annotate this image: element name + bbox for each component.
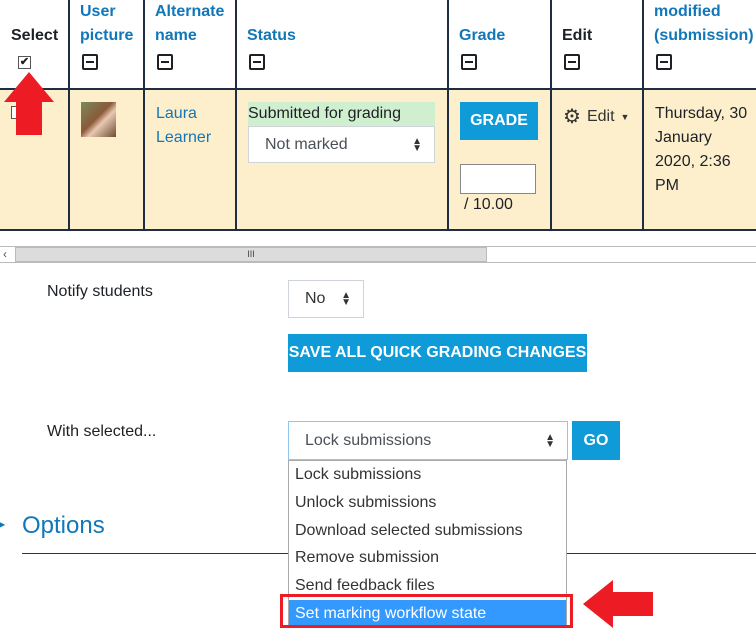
collapse-icon[interactable]: [564, 54, 580, 70]
avatar[interactable]: [81, 102, 116, 137]
header-label: Select: [11, 27, 59, 44]
header-alternate-name[interactable]: Alternate name: [143, 0, 235, 88]
edit-label[interactable]: Edit: [587, 108, 615, 126]
collapse-icon[interactable]: [249, 54, 265, 70]
header-label[interactable]: User picture: [80, 0, 140, 48]
collapse-icon[interactable]: [656, 54, 672, 70]
select-value: No: [305, 290, 326, 307]
column-divider: [642, 0, 644, 230]
collapse-icon[interactable]: [461, 54, 477, 70]
header-status[interactable]: Status: [235, 0, 447, 88]
edit-menu[interactable]: ⚙ Edit ▼: [563, 104, 629, 129]
annotation-arrow-left: [583, 580, 653, 628]
select-arrows-icon: ▲ ▼: [412, 135, 422, 154]
column-divider: [447, 0, 449, 230]
go-button[interactable]: GO: [572, 421, 620, 460]
header-label[interactable]: Alternate name: [155, 0, 230, 48]
expand-options-icon[interactable]: ▶: [0, 517, 5, 531]
select-arrows-icon: ▲ ▼: [545, 431, 555, 450]
option-download[interactable]: Download selected submissions: [289, 517, 566, 545]
grade-button[interactable]: GRADE: [460, 102, 538, 140]
date-line: Thursday, 30: [655, 105, 748, 122]
options-heading[interactable]: Options: [22, 512, 105, 540]
option-lock[interactable]: Lock submissions: [289, 461, 566, 489]
header-label[interactable]: Grade: [459, 24, 505, 48]
select-arrows-icon: ▲ ▼: [341, 290, 351, 308]
date-line: PM: [655, 177, 679, 194]
select-value: Lock submissions: [305, 431, 432, 449]
select-value: Not marked: [265, 135, 348, 153]
header-edit: Edit: [550, 0, 642, 88]
column-divider: [235, 0, 237, 230]
horizontal-scrollbar[interactable]: ‹ III: [0, 246, 756, 263]
status-badge: Submitted for grading: [248, 102, 435, 126]
student-name-link[interactable]: Laura Learner: [156, 102, 211, 150]
option-unlock[interactable]: Unlock submissions: [289, 489, 566, 517]
column-divider: [68, 0, 70, 230]
caret-down-icon: ▼: [620, 111, 630, 122]
annotation-arrow-up: [4, 72, 54, 135]
first-name[interactable]: Laura: [156, 102, 211, 126]
annotation-highlight-box: [280, 594, 573, 628]
header-label[interactable]: Status: [247, 24, 296, 48]
grade-max: / 10.00: [464, 196, 513, 213]
scrollbar-thumb[interactable]: III: [15, 247, 487, 262]
column-divider: [143, 0, 145, 230]
select-all-checkbox[interactable]: ✔: [18, 56, 31, 69]
scroll-left-icon[interactable]: ‹: [3, 247, 7, 261]
column-divider: [550, 0, 552, 230]
with-selected-label: With selected...: [47, 423, 157, 440]
marking-state-select[interactable]: Not marked ▲ ▼: [248, 126, 435, 163]
collapse-icon[interactable]: [157, 54, 173, 70]
option-remove[interactable]: Remove submission: [289, 544, 566, 572]
header-grade[interactable]: Grade: [447, 0, 550, 88]
notify-select[interactable]: No ▲ ▼: [288, 280, 364, 318]
header-label: Edit: [562, 27, 593, 44]
gear-icon: ⚙: [563, 106, 581, 128]
modified-date: Thursday, 30 January 2020, 2:36 PM: [655, 102, 747, 198]
notify-label: Notify students: [47, 283, 153, 300]
last-name[interactable]: Learner: [156, 126, 211, 150]
header-label[interactable]: modified (submission): [654, 0, 756, 48]
with-selected-select[interactable]: Lock submissions ▲ ▼: [288, 421, 568, 460]
date-line: 2020, 2:36: [655, 153, 731, 170]
header-modified[interactable]: modified (submission): [642, 0, 756, 88]
save-quick-grading-button[interactable]: SAVE ALL QUICK GRADING CHANGES: [288, 334, 587, 372]
date-line: January: [655, 129, 712, 146]
grade-input[interactable]: [460, 164, 536, 194]
header-user-picture[interactable]: User picture: [68, 0, 143, 88]
collapse-icon[interactable]: [82, 54, 98, 70]
